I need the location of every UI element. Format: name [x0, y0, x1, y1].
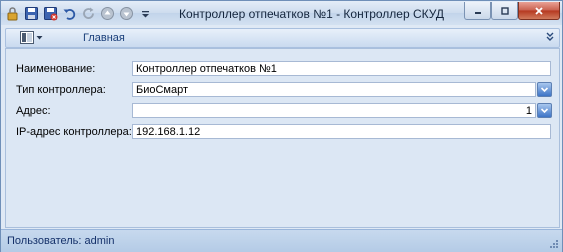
ip-address-label: IP-адрес контроллера: — [16, 126, 132, 138]
app-menu-button[interactable] — [20, 30, 46, 45]
controller-type-select[interactable]: БиоСмарт — [132, 82, 536, 97]
expand-ribbon-icon[interactable] — [545, 31, 555, 43]
name-label: Наименование: — [16, 63, 96, 75]
form-panel: Наименование: Контроллер отпечатков №1 Т… — [5, 48, 560, 228]
title-bar[interactable]: Контроллер отпечатков №1 - Контроллер СК… — [1, 1, 562, 25]
address-dropdown-button[interactable] — [537, 103, 552, 118]
chevron-down-icon — [540, 87, 549, 93]
resize-grip-icon[interactable] — [549, 239, 559, 249]
ip-address-field[interactable]: 192.168.1.12 — [132, 124, 551, 139]
controller-type-dropdown-button[interactable] — [537, 82, 552, 97]
panel-layout-icon — [20, 31, 34, 44]
status-bar: Пользователь: admin — [1, 229, 562, 252]
ribbon-bar: Главная — [5, 28, 560, 48]
name-field[interactable]: Контроллер отпечатков №1 — [132, 61, 551, 76]
close-button[interactable] — [518, 2, 560, 20]
address-label: Адрес: — [16, 105, 51, 117]
controller-type-label: Тип контроллера: — [16, 84, 106, 96]
chevron-down-icon — [540, 108, 549, 114]
minimize-button[interactable] — [464, 2, 491, 20]
close-icon — [535, 6, 543, 15]
application-window: Контроллер отпечатков №1 - Контроллер СК… — [0, 0, 563, 252]
address-field[interactable]: 1 — [132, 103, 536, 118]
chevron-down-icon — [36, 36, 43, 40]
tab-home[interactable]: Главная — [83, 32, 125, 44]
maximize-button[interactable] — [491, 2, 518, 20]
maximize-icon — [500, 6, 509, 15]
status-user: Пользователь: admin — [7, 235, 115, 247]
minimize-icon — [474, 11, 481, 14]
